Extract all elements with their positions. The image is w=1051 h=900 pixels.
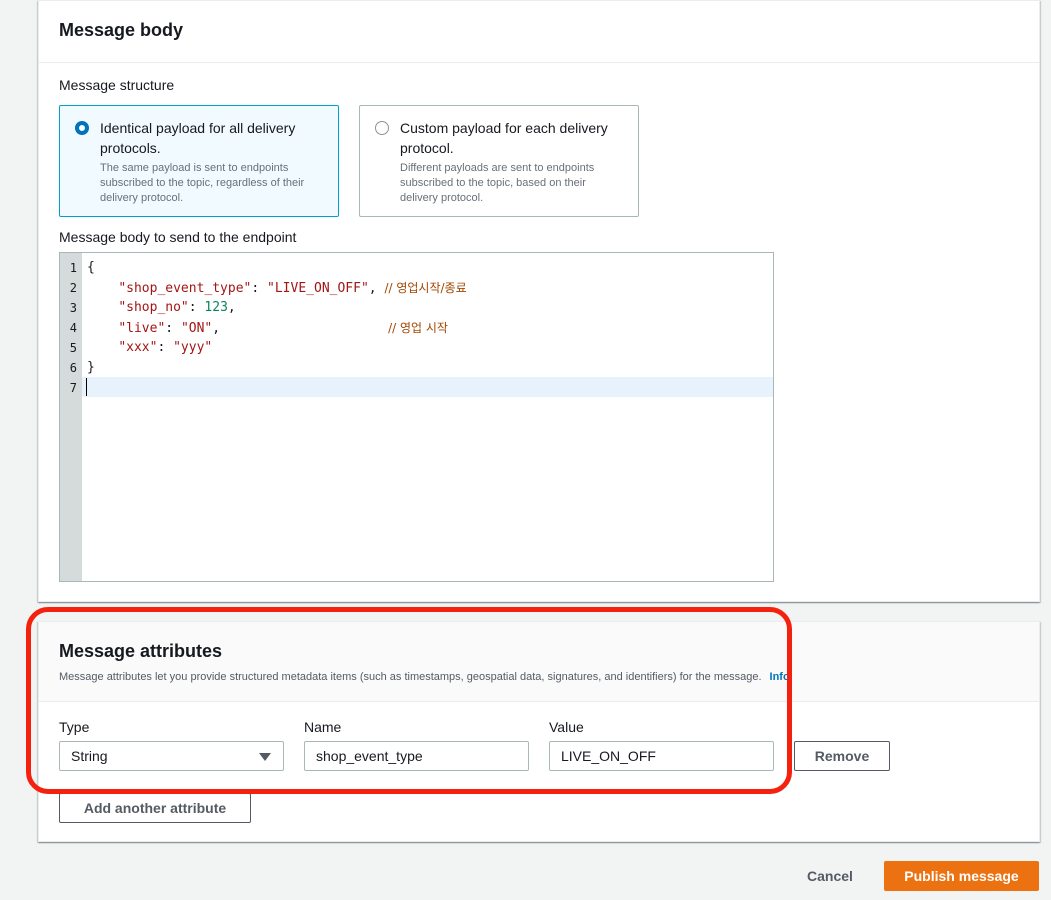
code-line-3: "shop_no": 123, bbox=[87, 298, 236, 318]
code-token: , bbox=[212, 321, 221, 336]
code-token: : bbox=[251, 281, 268, 296]
name-label: Name bbox=[304, 719, 342, 735]
line-number: 7 bbox=[69, 381, 77, 395]
info-link[interactable]: Info bbox=[770, 671, 790, 683]
cancel-button[interactable]: Cancel bbox=[796, 862, 864, 892]
code-line-4: "live": "ON", // 영업 시작 bbox=[87, 318, 448, 339]
message-body-panel: Message body Message structure Identical… bbox=[38, 0, 1040, 602]
custom-payload-description: Different payloads are sent to endpoints… bbox=[400, 162, 595, 204]
message-attributes-header: Message attributes Message attributes le… bbox=[39, 622, 1039, 702]
code-token: 123 bbox=[204, 300, 228, 315]
code-token: , bbox=[227, 300, 236, 315]
message-body-editor[interactable]: 1 2 3 4 5 6 7 { "shop_event_type": "LIVE… bbox=[59, 252, 774, 582]
code-token: "live" bbox=[118, 321, 166, 336]
text-cursor bbox=[86, 378, 87, 396]
code-comment: // 영업시작/종료 bbox=[384, 281, 467, 295]
code-line-6: } bbox=[87, 358, 95, 378]
code-token: "shop_event_type" bbox=[118, 281, 252, 296]
message-attributes-description: Message attributes let you provide struc… bbox=[59, 670, 1019, 684]
line-number: 5 bbox=[69, 341, 77, 355]
identical-payload-title: Identical payload for all delivery proto… bbox=[100, 120, 296, 156]
code-token: : bbox=[157, 340, 174, 355]
line-number: 1 bbox=[69, 261, 77, 275]
code-token: "shop_no" bbox=[118, 300, 189, 315]
attribute-value-input[interactable]: LIVE_ON_OFF bbox=[549, 741, 774, 771]
code-line-1: { bbox=[87, 258, 95, 278]
active-line-highlight bbox=[82, 377, 773, 397]
code-token: } bbox=[87, 360, 95, 375]
add-attribute-button[interactable]: Add another attribute bbox=[59, 793, 251, 823]
code-line-5: "xxx": "yyy" bbox=[87, 338, 212, 358]
code-token: "LIVE_ON_OFF" bbox=[267, 281, 369, 296]
message-attributes-panel: Message attributes Message attributes le… bbox=[38, 621, 1040, 842]
identical-payload-description: The same payload is sent to endpoints su… bbox=[100, 162, 305, 204]
radio-unselected-icon[interactable] bbox=[375, 121, 389, 135]
code-comment: // 영업 시작 bbox=[388, 321, 448, 335]
custom-payload-option[interactable]: Custom payload for each delivery protoco… bbox=[359, 105, 639, 217]
type-select-value: String bbox=[71, 748, 108, 764]
line-number: 6 bbox=[69, 361, 77, 375]
message-structure-label: Message structure bbox=[59, 77, 175, 93]
attribute-name-input[interactable]: shop_event_type bbox=[304, 741, 529, 771]
identical-payload-option[interactable]: Identical payload for all delivery proto… bbox=[59, 105, 339, 217]
code-token: : bbox=[165, 321, 181, 336]
message-body-header: Message body bbox=[39, 1, 1039, 63]
type-select[interactable]: String bbox=[59, 741, 284, 771]
attributes-description-text: Message attributes let you provide struc… bbox=[59, 671, 762, 683]
caret-down-icon bbox=[259, 753, 271, 761]
message-attributes-title: Message attributes bbox=[59, 641, 223, 661]
line-number: 2 bbox=[69, 281, 77, 295]
code-line-2: "shop_event_type": "LIVE_ON_OFF", // 영업시… bbox=[87, 278, 467, 299]
editor-label: Message body to send to the endpoint bbox=[59, 229, 297, 245]
message-body-title: Message body bbox=[59, 20, 184, 40]
code-token: : bbox=[188, 300, 205, 315]
code-token: { bbox=[87, 260, 95, 275]
value-label: Value bbox=[549, 719, 584, 735]
code-token: "ON" bbox=[180, 321, 213, 336]
remove-attribute-button[interactable]: Remove bbox=[794, 741, 890, 771]
custom-payload-title: Custom payload for each delivery protoco… bbox=[400, 120, 608, 156]
code-token: "xxx" bbox=[118, 340, 158, 355]
publish-message-button[interactable]: Publish message bbox=[884, 861, 1039, 891]
line-number: 3 bbox=[69, 301, 77, 315]
type-label: Type bbox=[59, 719, 90, 735]
line-number: 4 bbox=[69, 321, 77, 335]
radio-selected-icon[interactable] bbox=[75, 121, 89, 135]
code-token: , bbox=[368, 281, 385, 296]
code-token: "yyy" bbox=[173, 340, 213, 355]
